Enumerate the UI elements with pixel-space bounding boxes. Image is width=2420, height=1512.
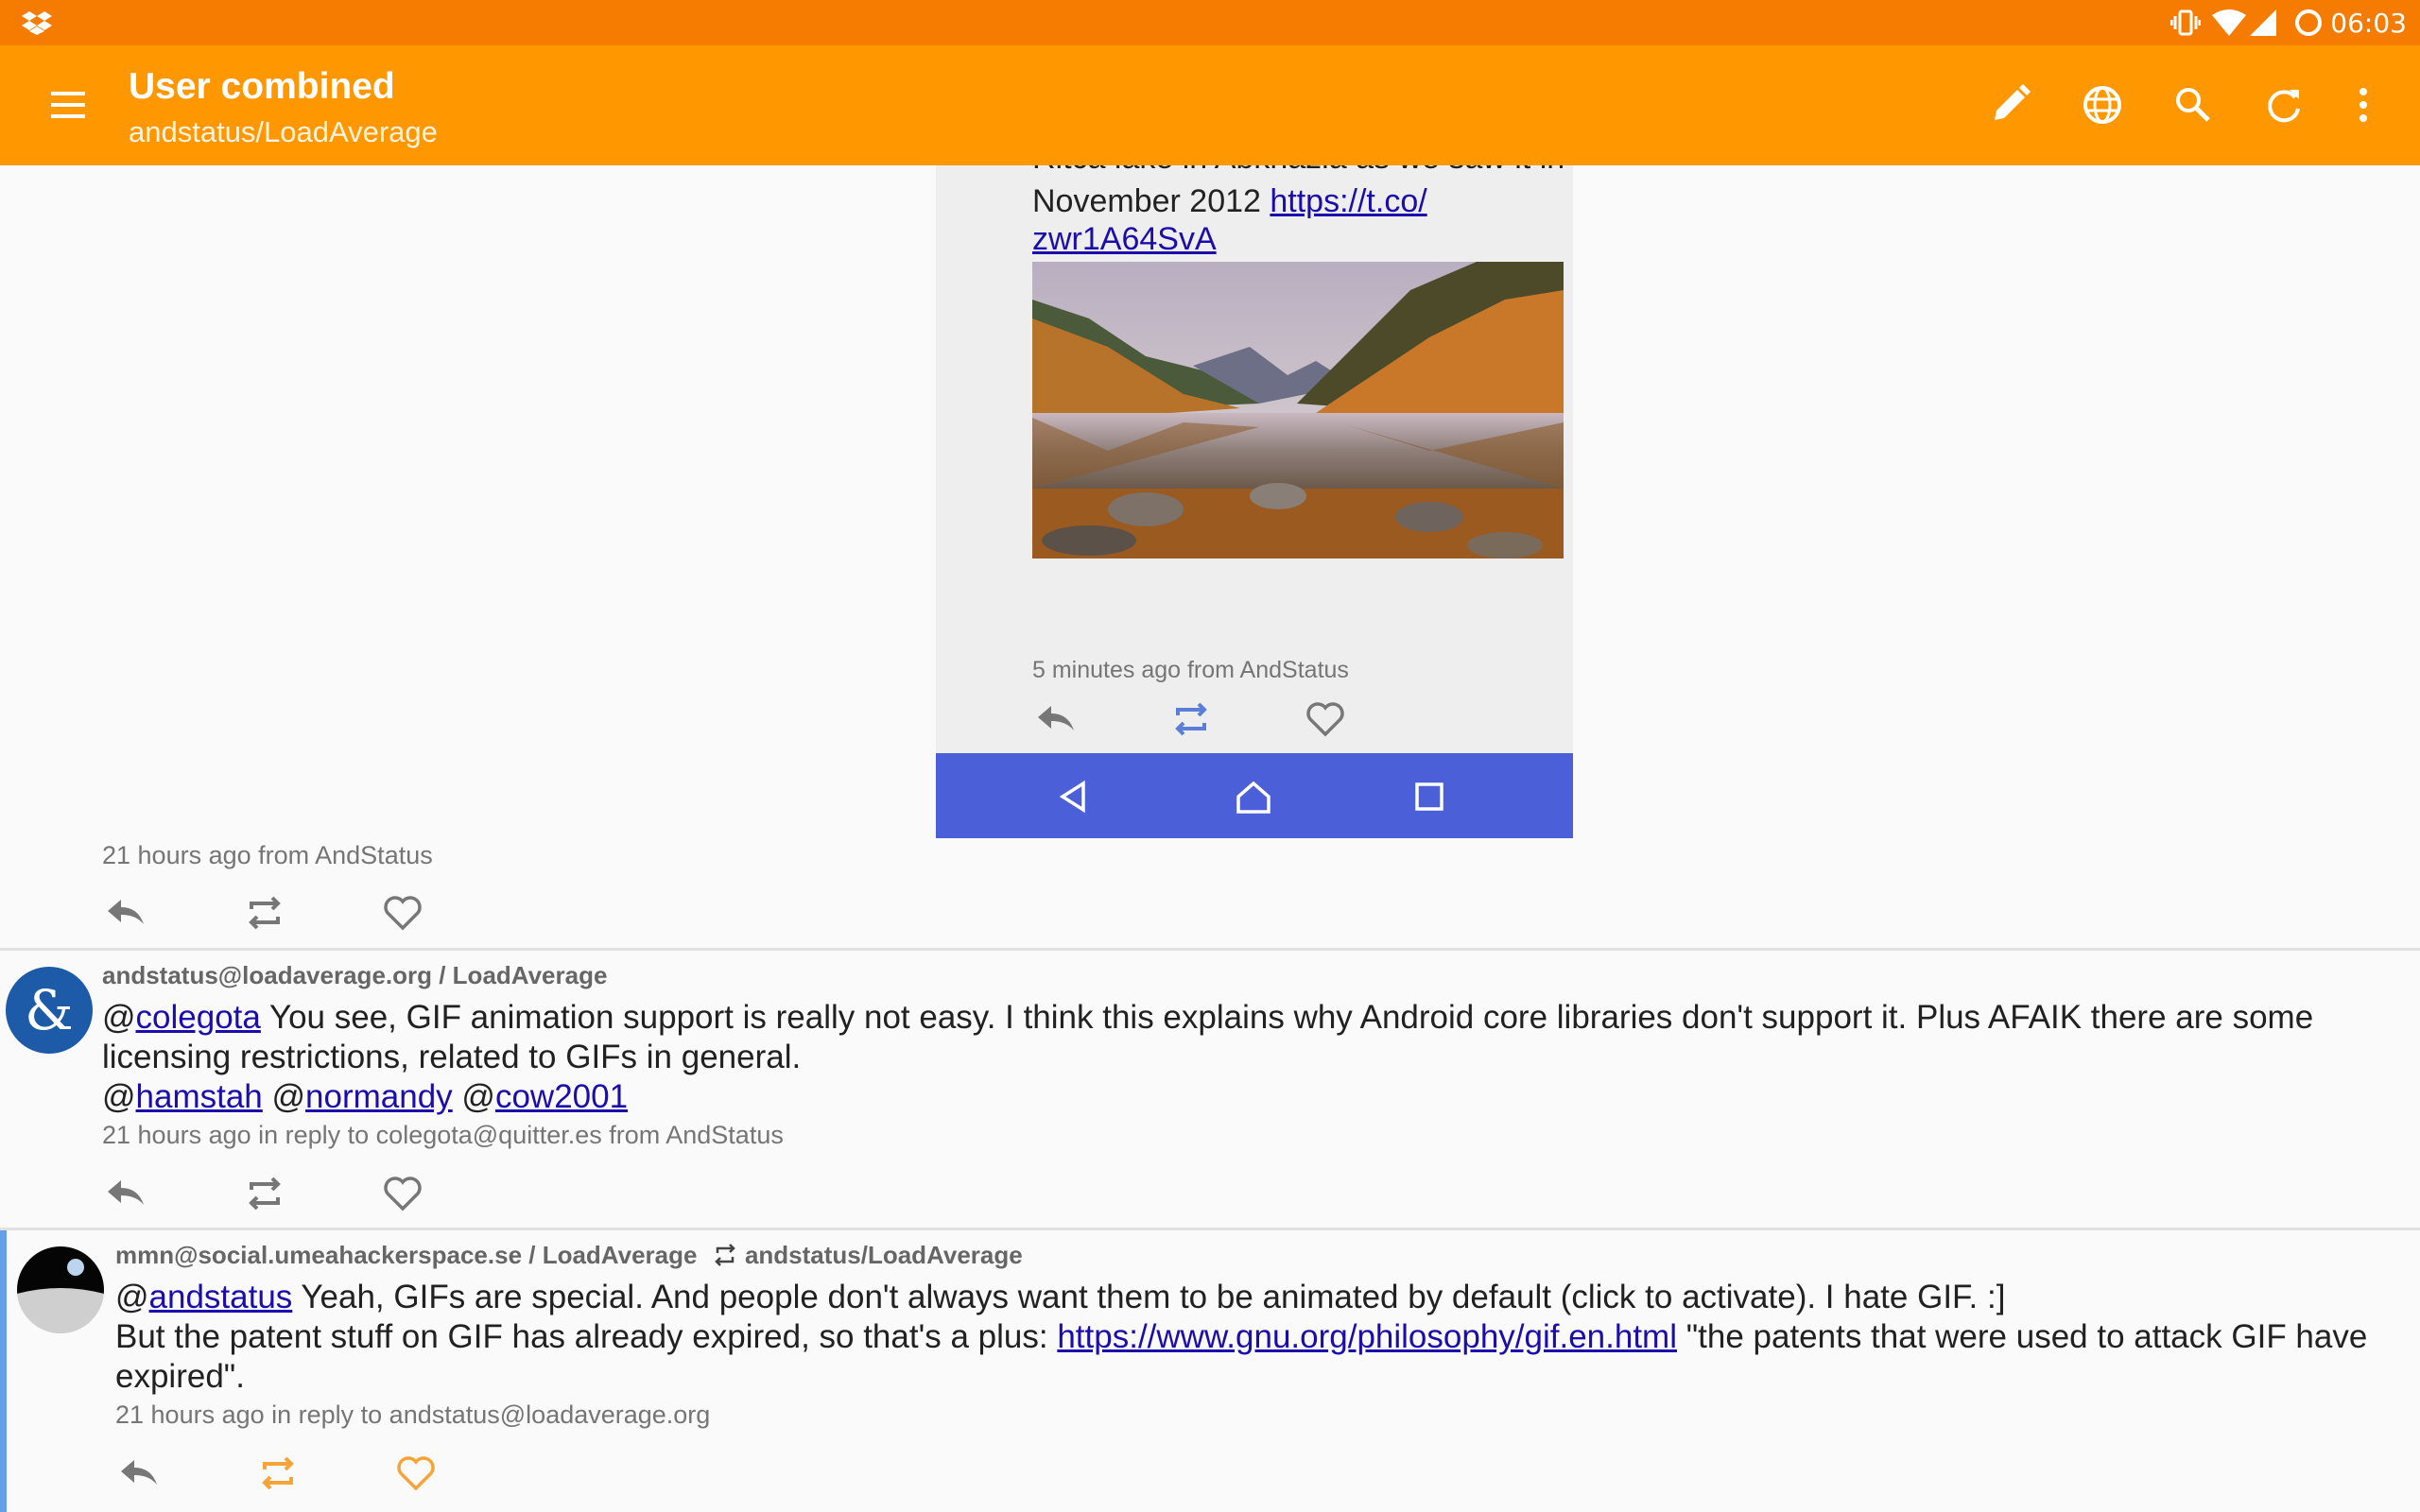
selection-indicator — [0, 1230, 7, 1512]
divider — [0, 1228, 2420, 1230]
post-text: Yeah, GIFs are special. And people don't… — [292, 1279, 2006, 1315]
edit-icon[interactable] — [1983, 78, 2036, 131]
reblog-icon[interactable] — [240, 888, 289, 937]
battery-circle-icon — [2295, 9, 2322, 36]
post-meta: 21 hours ago from AndStatus — [102, 841, 433, 869]
like-icon[interactable] — [391, 1449, 441, 1498]
reply-icon[interactable] — [102, 1169, 151, 1218]
mention-link[interactable]: hamstah — [136, 1078, 263, 1115]
toolbar-subtitle: andstatus/LoadAverage — [129, 115, 438, 148]
post-meta: 21 hours ago in reply to colegota@quitte… — [102, 1121, 784, 1149]
vibrate-icon — [2170, 9, 2201, 36]
post-actions — [102, 1169, 480, 1222]
reblog-small-icon — [714, 1244, 735, 1266]
timeline[interactable]: Ritca lake in Abkhazia as we saw it in N… — [0, 165, 2420, 1512]
avatar[interactable] — [17, 1246, 104, 1333]
like-icon — [1306, 702, 1344, 737]
embedded-nav-bar — [936, 753, 1573, 838]
embedded-text-line: November 2012 — [1032, 183, 1270, 219]
reblog-icon[interactable] — [240, 1169, 289, 1218]
post-body: @colegota You see, GIF animation support… — [102, 999, 2314, 1115]
more-vert-icon[interactable] — [2337, 78, 2390, 131]
post[interactable]: mmn@social.umeahackerspace.se / LoadAver… — [115, 1241, 2394, 1430]
refresh-icon[interactable] — [2257, 78, 2310, 131]
post-author[interactable]: mmn@social.umeahackerspace.se / LoadAver… — [115, 1241, 2394, 1270]
embedded-link-continued[interactable]: zwr1A64SvA — [1032, 221, 1217, 257]
post-link[interactable]: https://www.gnu.org/philosophy/gif.en.ht… — [1057, 1318, 1677, 1355]
embedded-cut-text: Ritca lake in Abkhazia as we saw it in — [1032, 165, 1564, 177]
globe-icon[interactable] — [2076, 78, 2129, 131]
dropbox-icon — [22, 11, 52, 35]
reblog-icon[interactable] — [253, 1449, 302, 1498]
post-actions — [115, 1449, 493, 1502]
like-icon[interactable] — [378, 888, 427, 937]
post-author[interactable]: andstatus@loadaverage.org / LoadAverage — [102, 961, 2390, 990]
post-body: @andstatus Yeah, GIFs are special. And p… — [115, 1279, 2368, 1395]
status-time: 06:03 — [2330, 8, 2407, 39]
recents-icon — [1415, 782, 1443, 811]
reblogged-by[interactable]: andstatus/LoadAverage — [745, 1241, 1023, 1269]
reply-icon[interactable] — [115, 1449, 164, 1498]
divider — [0, 948, 2420, 951]
mention-link[interactable]: normandy — [305, 1078, 453, 1115]
mention-link[interactable]: colegota — [136, 999, 261, 1036]
signal-icon — [2250, 9, 2276, 36]
embedded-actions — [1032, 695, 1410, 742]
menu-icon[interactable] — [42, 78, 95, 131]
wifi-icon — [2212, 9, 2246, 36]
toolbar-title: User combined — [129, 66, 395, 107]
status-bar: 06:03 — [0, 0, 2420, 45]
avatar[interactable]: & — [6, 967, 93, 1054]
mention-link[interactable]: cow2001 — [495, 1078, 628, 1115]
mention-link[interactable]: andstatus — [149, 1279, 293, 1315]
embedded-link[interactable]: https://t.co/ — [1270, 183, 1426, 219]
post-text: But the patent stuff on GIF has already … — [115, 1318, 1058, 1355]
reblog-icon — [1175, 702, 1207, 736]
reply-icon[interactable] — [102, 888, 151, 937]
embedded-note-meta: 5 minutes ago from AndStatus — [1032, 657, 1349, 683]
like-icon[interactable] — [378, 1169, 427, 1218]
reply-icon — [1038, 706, 1074, 730]
post-author-name[interactable]: mmn@social.umeahackerspace.se / LoadAver… — [115, 1241, 697, 1269]
post-text: You see, GIF animation support is really… — [102, 999, 2314, 1075]
app-toolbar: User combined andstatus/LoadAverage — [0, 45, 2420, 165]
post-meta: 21 hours ago in reply to andstatus@loada… — [115, 1400, 711, 1429]
svg-text:&: & — [25, 978, 74, 1042]
search-icon[interactable] — [2167, 78, 2220, 131]
post-actions — [102, 888, 480, 941]
home-icon — [1236, 781, 1270, 814]
lake-painting-image — [1032, 262, 1564, 558]
post[interactable]: andstatus@loadaverage.org / LoadAverage … — [102, 961, 2390, 1150]
back-icon — [1059, 780, 1085, 814]
attached-image[interactable]: Ritca lake in Abkhazia as we saw it in N… — [936, 165, 1573, 838]
